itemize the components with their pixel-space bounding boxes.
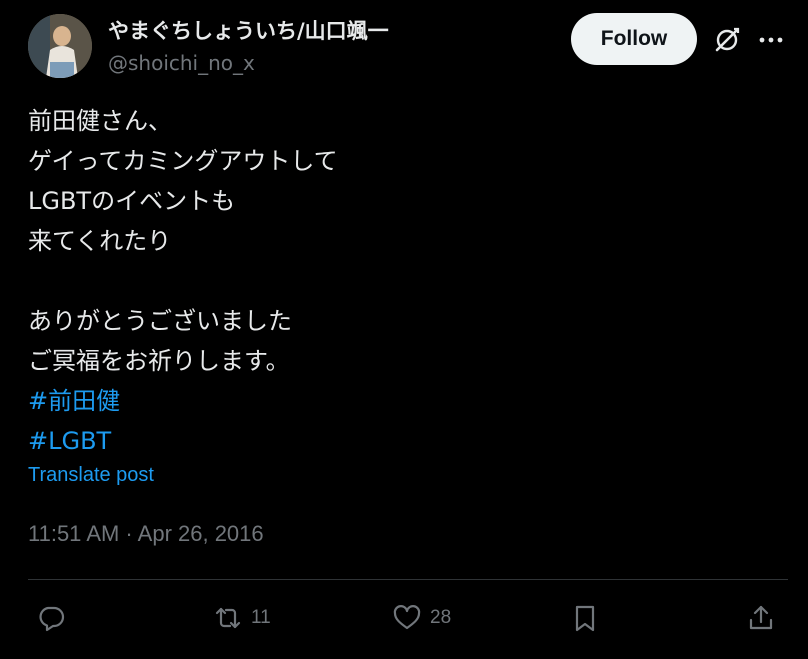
retweet-icon <box>215 607 241 629</box>
post-line-blank <box>28 261 788 301</box>
post-timestamp[interactable]: 11:51 AM · Apr 26, 2016 <box>28 521 264 547</box>
reply-icon <box>39 606 65 632</box>
post-line: 前田健さん、 <box>28 107 172 135</box>
bookmark-button[interactable] <box>570 600 600 636</box>
post-line: 来てくれたり <box>28 227 172 255</box>
reply-button[interactable] <box>36 600 66 636</box>
like-icon <box>393 605 421 630</box>
tweet-card: やまぐちしょういち/山口颯一 @shoichi_no_x Follow 前田健さ… <box>0 0 808 659</box>
repost-count: 11 <box>251 607 271 628</box>
follow-button[interactable]: Follow <box>571 13 697 65</box>
author-name[interactable]: やまぐちしょういち/山口颯一 <box>108 15 389 45</box>
translate-post-link[interactable]: Translate post <box>28 464 154 487</box>
bookmark-icon <box>575 605 595 632</box>
post-line: ありがとうございました <box>28 307 292 335</box>
post-text: 前田健さん、 ゲイってカミングアウトして LGBTのイベントも 来てくれたり あ… <box>28 101 788 461</box>
divider <box>28 579 788 580</box>
avatar[interactable] <box>28 14 92 78</box>
author-handle[interactable]: @shoichi_no_x <box>108 51 255 75</box>
grok-icon[interactable] <box>713 26 741 54</box>
post-line: ご冥福をお祈りします。 <box>28 347 290 375</box>
more-icon[interactable] <box>756 26 786 54</box>
hashtag-link[interactable]: #前田健 <box>28 381 788 421</box>
like-count: 28 <box>430 607 452 628</box>
share-icon <box>749 605 773 630</box>
hashtag-link[interactable]: #LGBT <box>28 421 788 461</box>
share-button[interactable] <box>746 600 776 636</box>
post-line: LGBTのイベントも <box>28 187 236 215</box>
repost-button[interactable]: 11 <box>213 600 271 636</box>
like-button[interactable]: 28 <box>392 600 451 636</box>
post-line: ゲイってカミングアウトして <box>28 147 338 175</box>
